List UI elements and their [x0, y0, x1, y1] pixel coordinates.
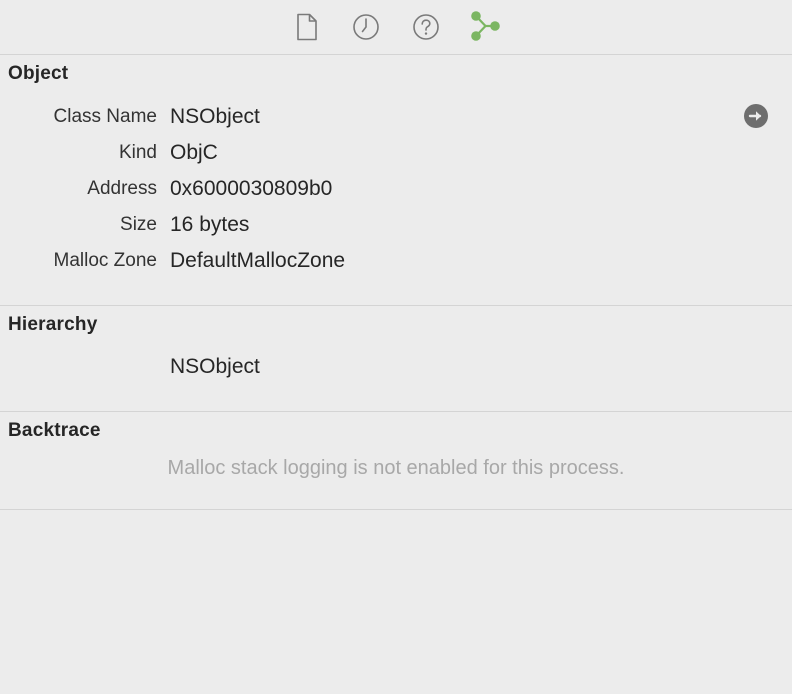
- file-icon: [297, 13, 317, 41]
- backtrace-section-title: Backtrace: [8, 420, 101, 441]
- malloc-zone-label: Malloc Zone: [53, 250, 158, 271]
- malloc-zone-row: Malloc Zone DefaultMallocZone: [0, 243, 792, 279]
- quick-help-button[interactable]: [410, 11, 442, 43]
- malloc-zone-value: DefaultMallocZone: [170, 249, 346, 272]
- size-value: 16 bytes: [170, 213, 250, 236]
- kind-value: ObjC: [170, 141, 218, 164]
- file-inspector-button[interactable]: [291, 11, 323, 43]
- address-label: Address: [87, 178, 157, 199]
- graph-nodes-icon: [471, 11, 500, 41]
- class-name-label: Class Name: [53, 106, 157, 127]
- class-name-value: NSObject: [170, 105, 260, 128]
- kind-row: Kind ObjC: [0, 135, 792, 171]
- go-to-class-button[interactable]: [744, 104, 768, 128]
- clock-icon: [353, 14, 379, 40]
- inspector-toolbar: [0, 0, 792, 55]
- size-label: Size: [120, 214, 157, 235]
- address-row: Address 0x6000030809b0: [0, 171, 792, 207]
- address-value: 0x6000030809b0: [170, 177, 333, 200]
- hierarchy-item: NSObject: [170, 355, 260, 378]
- memory-graph-inspector-button[interactable]: [470, 11, 502, 43]
- hierarchy-section: Hierarchy: [0, 306, 792, 412]
- hierarchy-section-title: Hierarchy: [8, 314, 98, 335]
- help-icon: [413, 14, 439, 40]
- history-inspector-button[interactable]: [350, 11, 382, 43]
- size-row: Size 16 bytes: [0, 207, 792, 243]
- backtrace-message: Malloc stack logging is not enabled for …: [167, 457, 625, 479]
- arrow-right-circle-icon: [744, 104, 768, 128]
- class-name-row: Class Name NSObject: [0, 99, 792, 135]
- kind-label: Kind: [118, 142, 157, 163]
- object-section-title: Object: [8, 63, 69, 84]
